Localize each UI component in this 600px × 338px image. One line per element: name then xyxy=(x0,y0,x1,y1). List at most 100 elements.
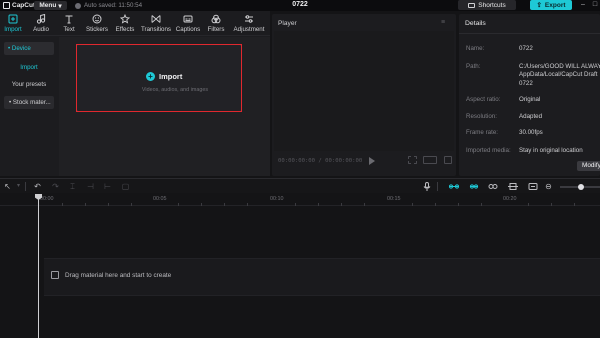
tab-adjustment[interactable]: Adjustment xyxy=(230,13,268,35)
maximize-icon[interactable]: □ xyxy=(590,0,600,10)
player-title: Player xyxy=(278,20,297,27)
ruler-tick xyxy=(108,203,109,206)
tab-effects[interactable]: Effects xyxy=(113,13,137,35)
menu-label: Menu xyxy=(39,2,57,9)
toolbar-divider xyxy=(437,182,438,191)
caption-track-icon[interactable] xyxy=(528,182,538,191)
minimize-icon[interactable]: – xyxy=(578,0,588,10)
asset-toolbar: Import Audio Text Stickers Effects Trans… xyxy=(0,11,270,36)
cloud-icon xyxy=(75,2,81,9)
preview-axis-icon[interactable] xyxy=(508,182,518,191)
menu-button[interactable]: Menu ▾ xyxy=(34,1,67,10)
title-bar: CapCut Menu ▾ Auto saved: 11:50:54 0722 … xyxy=(0,0,600,11)
ruler-tick xyxy=(178,203,179,206)
sidebar-item-presets[interactable]: Your presets xyxy=(4,78,54,91)
capcut-logo-icon xyxy=(3,2,10,9)
dropdown-icon[interactable]: ▾ xyxy=(14,182,23,191)
fullscreen-crop-icon[interactable] xyxy=(408,156,417,164)
effects-icon xyxy=(120,13,131,24)
ruler-tick xyxy=(341,203,342,206)
detail-value-aspect: Original xyxy=(519,96,541,103)
ratio-icon[interactable] xyxy=(423,156,437,164)
toolbar-divider xyxy=(25,182,26,191)
play-icon[interactable] xyxy=(369,157,375,165)
ruler-tick xyxy=(364,203,365,206)
autosave-status: Auto saved: 11:50:54 xyxy=(75,1,142,10)
redo-icon[interactable]: ↷ xyxy=(51,182,60,191)
sidebar-item-device[interactable]: • Device xyxy=(4,42,54,55)
capcut-window: CapCut Menu ▾ Auto saved: 11:50:54 0722 … xyxy=(0,0,600,338)
ruler-tick xyxy=(85,203,86,206)
zoom-slider-knob[interactable] xyxy=(578,184,584,190)
tab-import[interactable]: Import xyxy=(2,13,24,35)
hamburger-menu-icon[interactable]: ≡ xyxy=(441,19,449,26)
select-cursor-icon[interactable]: ↖ xyxy=(3,182,12,191)
ruler-tick xyxy=(528,203,529,206)
tab-label: Adjustment xyxy=(233,26,265,33)
ruler-tick xyxy=(247,203,248,206)
tab-label: Filters xyxy=(207,26,225,33)
zoom-out-icon[interactable]: ⊖ xyxy=(544,182,553,191)
tab-label: Text xyxy=(63,26,75,33)
detail-value-framerate: 30.00fps xyxy=(519,129,543,136)
split-left-icon[interactable]: ⊣ xyxy=(86,182,95,191)
delete-icon[interactable]: ▢ xyxy=(121,182,130,191)
export-label: Export xyxy=(544,1,566,9)
import-hint: Videos, audios, and images xyxy=(141,87,209,93)
detail-label-path: Path: xyxy=(466,63,481,70)
detail-label-imported: Imported media: xyxy=(466,147,511,154)
export-button[interactable]: ⇪ Export xyxy=(530,0,572,10)
app-name: CapCut xyxy=(12,2,36,9)
sidebar-item-stock[interactable]: • Stock mater... xyxy=(4,96,54,109)
tab-audio[interactable]: Audio xyxy=(30,13,52,35)
details-divider xyxy=(459,33,600,34)
transitions-icon xyxy=(151,13,162,24)
ruler-tick xyxy=(131,203,132,206)
shortcuts-button[interactable]: Shortcuts xyxy=(458,0,516,10)
sidebar-item-import[interactable]: Import xyxy=(4,61,54,74)
ruler-tick xyxy=(201,203,202,206)
detail-value-name: 0722 xyxy=(519,45,533,52)
tab-label: Audio xyxy=(33,26,49,33)
undo-icon[interactable]: ↶ xyxy=(33,182,42,191)
player-canvas xyxy=(274,31,454,151)
playhead[interactable] xyxy=(38,194,39,338)
tab-label: Import xyxy=(4,26,22,33)
drag-hint: Drag material here and start to create xyxy=(65,272,172,279)
modify-button[interactable]: Modify xyxy=(577,161,600,171)
film-icon xyxy=(51,271,59,279)
audio-icon xyxy=(36,13,47,24)
app-logo: CapCut xyxy=(3,1,35,10)
tab-transitions[interactable]: Transitions xyxy=(140,13,172,35)
main-track-magnet-icon[interactable] xyxy=(448,182,460,191)
ruler-tick-label: 00:05 xyxy=(153,196,167,202)
auto-snap-icon[interactable] xyxy=(469,182,479,191)
captions-icon xyxy=(183,13,194,24)
detail-value-resolution: Adapted xyxy=(519,113,543,120)
ruler-tick xyxy=(318,203,319,206)
adjustment-icon xyxy=(244,13,255,24)
tab-label: Captions xyxy=(175,26,201,33)
media-sidenav: • Device Import Your presets • Stock mat… xyxy=(0,37,57,176)
detail-value-path: C:/Users/GOOD WILL ALWAYS AppData/Local/… xyxy=(519,63,600,87)
tab-filters[interactable]: Filters xyxy=(206,13,226,35)
export-icon: ⇪ xyxy=(536,2,542,9)
filters-icon xyxy=(211,13,222,24)
microphone-icon[interactable] xyxy=(422,182,431,191)
text-icon xyxy=(64,13,75,24)
import-button[interactable]: + Import xyxy=(146,71,182,82)
expand-icon[interactable] xyxy=(444,156,452,164)
detail-label-framerate: Frame rate: xyxy=(466,129,498,136)
tab-text[interactable]: Text xyxy=(58,13,80,35)
split-icon[interactable]: ⌶ xyxy=(68,182,77,191)
tab-captions[interactable]: Captions xyxy=(175,13,201,35)
ruler-tick xyxy=(458,203,459,206)
tab-stickers[interactable]: Stickers xyxy=(84,13,110,35)
ruler-tick xyxy=(551,203,552,206)
player-timecode: 00:00:00:00 / 00:00:00:00 xyxy=(278,158,363,164)
stickers-icon xyxy=(92,13,103,24)
project-name[interactable]: 0722 xyxy=(280,1,320,10)
ruler-tick xyxy=(295,203,296,206)
linkage-icon[interactable] xyxy=(488,182,498,191)
split-right-icon[interactable]: ⊢ xyxy=(103,182,112,191)
